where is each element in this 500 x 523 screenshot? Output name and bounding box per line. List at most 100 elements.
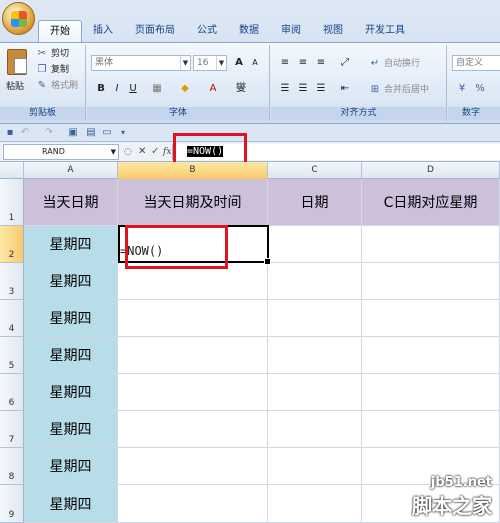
cell-c4[interactable] <box>268 300 362 337</box>
open-icon[interactable]: ▭ <box>100 126 114 140</box>
tab-view[interactable]: 视图 <box>312 20 354 42</box>
font-color-icon[interactable]: A <box>205 81 221 97</box>
cell-a4[interactable]: 星期四 <box>24 300 118 337</box>
select-all-corner[interactable] <box>0 162 24 179</box>
cell-a7[interactable]: 星期四 <box>24 411 118 448</box>
align-top-icon[interactable]: ≡ <box>277 55 293 71</box>
tab-home[interactable]: 开始 <box>38 20 82 42</box>
cell-d7[interactable] <box>362 411 500 448</box>
tab-data[interactable]: 数据 <box>228 20 270 42</box>
cell-a9[interactable]: 星期四 <box>24 485 118 523</box>
tab-developer[interactable]: 开发工具 <box>354 20 416 42</box>
cell-b9[interactable] <box>118 485 268 523</box>
cell-b8[interactable] <box>118 448 268 485</box>
redo-icon[interactable]: ↷ <box>42 126 56 140</box>
align-center-icon[interactable]: ☰ <box>295 81 311 97</box>
cell-b4[interactable] <box>118 300 268 337</box>
cell-b5[interactable] <box>118 337 268 374</box>
cancel-icon[interactable]: ✕ <box>138 145 146 159</box>
paste-button[interactable]: 粘贴 <box>6 79 24 92</box>
align-middle-icon[interactable]: ≡ <box>295 55 311 71</box>
cell-c8[interactable] <box>268 448 362 485</box>
customize-qat-icon[interactable]: ▾ <box>116 126 130 140</box>
clipboard-group-label: 剪贴板 <box>0 107 85 120</box>
column-header-d[interactable]: D <box>362 162 500 179</box>
tab-page-layout[interactable]: 页面布局 <box>124 20 186 42</box>
enter-icon[interactable]: ✓ <box>151 145 159 159</box>
copy-label: 复制 <box>51 65 70 75</box>
cell-d4[interactable] <box>362 300 500 337</box>
office-button[interactable] <box>2 2 35 35</box>
align-bottom-icon[interactable]: ≡ <box>313 55 329 71</box>
column-header-b[interactable]: B <box>118 162 268 179</box>
cell-c3[interactable] <box>268 263 362 300</box>
save-icon[interactable]: ▪ <box>3 126 17 140</box>
bold-button[interactable]: B <box>93 81 109 97</box>
cell-d2[interactable] <box>362 226 500 263</box>
font-size-select[interactable]: 16 ▼ <box>193 55 227 71</box>
indent-icon[interactable]: ⇤ <box>337 81 353 97</box>
phonetic-button[interactable]: 燮 <box>233 81 249 97</box>
paste-icon[interactable] <box>7 49 27 75</box>
cell-a1[interactable]: 当天日期 <box>24 179 118 226</box>
row-header-5[interactable]: 5 <box>0 337 24 374</box>
cell-d1[interactable]: C日期对应星期 <box>362 179 500 226</box>
column-header-c[interactable]: C <box>268 162 362 179</box>
align-left-icon[interactable]: ☰ <box>277 81 293 97</box>
insert-function-button[interactable]: fx <box>163 145 171 159</box>
cell-b6[interactable] <box>118 374 268 411</box>
cell-c9[interactable] <box>268 485 362 523</box>
cell-c5[interactable] <box>268 337 362 374</box>
percent-icon[interactable]: % <box>472 81 488 97</box>
spell-check-icon[interactable]: ▤ <box>84 126 98 140</box>
align-right-icon[interactable]: ☰ <box>313 81 329 97</box>
cell-a6[interactable]: 星期四 <box>24 374 118 411</box>
currency-icon[interactable]: ¥ <box>454 81 470 97</box>
row-header-9[interactable]: 9 <box>0 485 24 523</box>
tab-review[interactable]: 审阅 <box>270 20 312 42</box>
fill-color-icon[interactable]: ◆ <box>177 81 193 97</box>
expand-icon[interactable]: ◌ <box>124 145 132 159</box>
cell-c6[interactable] <box>268 374 362 411</box>
shrink-font-button[interactable]: A <box>247 55 263 71</box>
cell-a3[interactable]: 星期四 <box>24 263 118 300</box>
undo-icon[interactable]: ↶ <box>18 126 32 140</box>
cell-c1[interactable]: 日期 <box>268 179 362 226</box>
cell-b1[interactable]: 当天日期及时间 <box>118 179 268 226</box>
border-icon[interactable]: ▦ <box>149 81 165 97</box>
wrap-text-button[interactable]: ↵ 自动换行 <box>369 57 420 71</box>
column-header-a[interactable]: A <box>24 162 118 179</box>
italic-button[interactable]: I <box>109 81 125 97</box>
copy-button[interactable]: ❐ 复制 <box>36 63 70 77</box>
row-header-3[interactable]: 3 <box>0 263 24 300</box>
row-header-8[interactable]: 8 <box>0 448 24 485</box>
merge-center-button[interactable]: ⊞ 合并后居中 <box>369 83 429 97</box>
alignment-group: ≡ ≡ ≡ ⤢ ☰ ☰ ☰ ⇤ ↵ 自动换行 ⊞ 合并后居中 对齐方式 <box>271 45 447 121</box>
cell-b7[interactable] <box>118 411 268 448</box>
print-preview-icon[interactable]: ▣ <box>66 126 80 140</box>
grow-font-button[interactable]: A <box>231 55 247 71</box>
cell-d6[interactable] <box>362 374 500 411</box>
number-format-select[interactable]: 自定义 <box>452 55 500 71</box>
cell-d5[interactable] <box>362 337 500 374</box>
row-header-6[interactable]: 6 <box>0 374 24 411</box>
row-header-1[interactable]: 1 <box>0 179 24 226</box>
format-painter-label: 格式刷 <box>51 81 79 91</box>
row-header-4[interactable]: 4 <box>0 300 24 337</box>
format-painter-button[interactable]: ✎ 格式刷 <box>36 79 78 93</box>
tab-formulas[interactable]: 公式 <box>186 20 228 42</box>
orientation-icon[interactable]: ⤢ <box>337 55 353 71</box>
row-header-7[interactable]: 7 <box>0 411 24 448</box>
cut-button[interactable]: ✂ 剪切 <box>36 47 69 61</box>
tab-insert[interactable]: 插入 <box>82 20 124 42</box>
name-box[interactable]: RAND ▼ <box>3 144 119 160</box>
underline-button[interactable]: U <box>125 81 141 97</box>
cell-d3[interactable] <box>362 263 500 300</box>
cell-c7[interactable] <box>268 411 362 448</box>
cell-c2[interactable] <box>268 226 362 263</box>
font-name-select[interactable]: 黑体 ▼ <box>91 55 191 71</box>
cell-a5[interactable]: 星期四 <box>24 337 118 374</box>
cell-a8[interactable]: 星期四 <box>24 448 118 485</box>
cell-a2[interactable]: 星期四 <box>24 226 118 263</box>
row-header-2[interactable]: 2 <box>0 226 24 263</box>
